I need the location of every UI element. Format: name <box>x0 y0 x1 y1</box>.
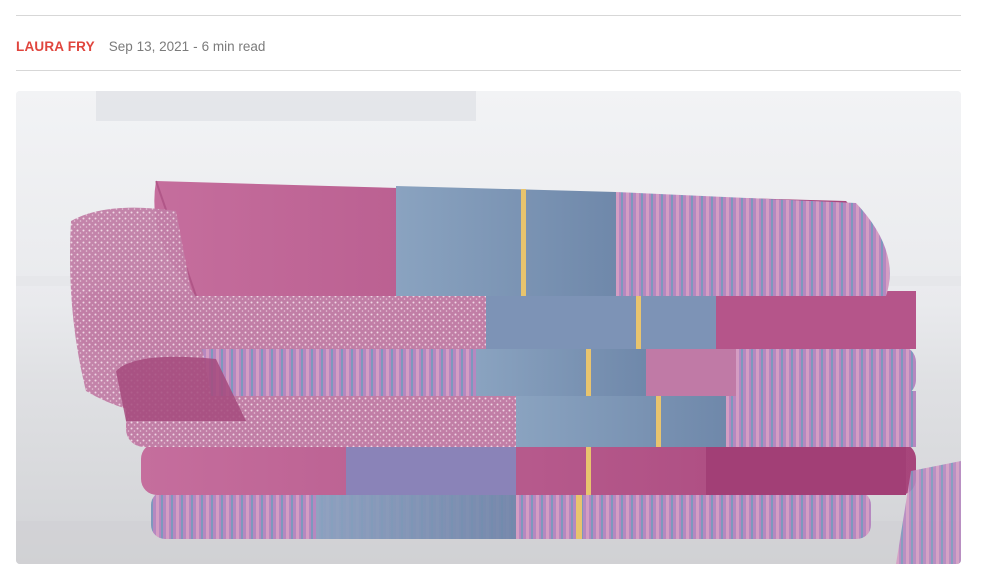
post-meta: LAURA FRY Sep 13, 2021 - 6 min read <box>16 36 265 56</box>
towel-layer-3 <box>131 346 916 396</box>
towel-layer-2 <box>76 291 916 349</box>
towel-stack-illustration <box>16 91 961 564</box>
towel-layer-5 <box>141 443 916 495</box>
author-link[interactable]: LAURA FRY <box>16 39 95 54</box>
top-divider <box>16 15 961 16</box>
hero-image <box>16 91 961 564</box>
meta-separator: - <box>193 38 198 54</box>
post-date: Sep 13, 2021 <box>108 38 190 54</box>
towel-layer-6 <box>151 491 871 539</box>
read-time: 6 min read <box>201 38 266 54</box>
blog-post-header: LAURA FRY Sep 13, 2021 - 6 min read <box>0 0 987 575</box>
bottom-divider <box>16 70 961 71</box>
